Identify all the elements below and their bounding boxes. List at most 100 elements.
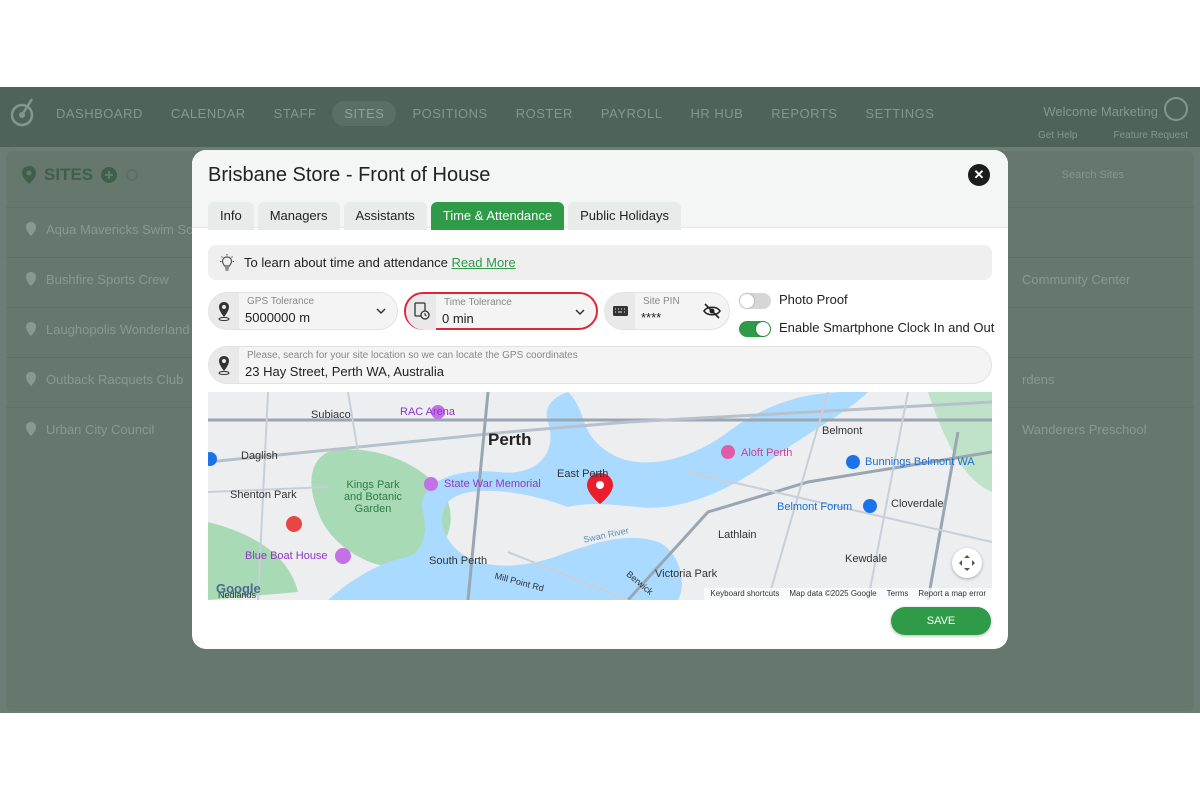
smartphone-clock-label: Enable Smartphone Clock In and Out <box>779 320 995 335</box>
fullscreen-button[interactable] <box>952 548 982 578</box>
nav-item-reports[interactable]: REPORTS <box>759 101 849 126</box>
photo-proof-toggle[interactable] <box>739 293 771 309</box>
nav-item-roster[interactable]: ROSTER <box>504 101 585 126</box>
nav-item-calendar[interactable]: CALENDAR <box>159 101 258 126</box>
map-label-kewdale: Kewdale <box>845 553 888 565</box>
location-pin-icon <box>26 372 36 386</box>
report-map-error-link[interactable]: Report a map error <box>918 589 986 599</box>
gps-tolerance-value: 5000000 m <box>245 310 311 325</box>
site-name-left: Bushfire Sports Crew <box>26 272 169 287</box>
save-button[interactable]: SAVE <box>891 607 991 635</box>
site-name-left: Outback Racquets Club <box>26 372 183 387</box>
close-icon: ✕ <box>973 167 985 182</box>
site-name-left: Aqua Mavericks Swim Sch <box>26 222 200 237</box>
sites-heading: SITES <box>22 165 139 185</box>
map-data-text: Map data ©2025 Google <box>789 589 877 598</box>
nav-item-hr-hub[interactable]: HR HUB <box>678 101 755 126</box>
site-name-left: Laughopolis Wonderland <box>26 322 190 337</box>
google-logo: Google <box>216 581 261 596</box>
map-canvas <box>208 392 992 600</box>
terms-link[interactable]: Terms <box>887 589 909 599</box>
gps-icon-area <box>209 293 239 329</box>
help-links: Get Help Feature Request <box>1038 130 1188 141</box>
location-search-input[interactable]: Please, search for your site location so… <box>208 346 992 384</box>
fullscreen-icon <box>959 555 975 571</box>
site-name-left: Urban City Council <box>26 422 154 437</box>
keyboard-shortcuts-link[interactable]: Keyboard shortcuts <box>710 589 779 599</box>
nav-item-positions[interactable]: POSITIONS <box>400 101 499 126</box>
info-text: To learn about time and attendance Read … <box>244 255 516 270</box>
map-footer: Keyboard shortcuts Map data ©2025 Google… <box>704 588 992 600</box>
gps-tolerance-label: GPS Tolerance <box>247 296 315 307</box>
site-name-right: rdens <box>1022 372 1055 387</box>
toggle-knob <box>740 294 754 308</box>
time-tolerance-label: Time Tolerance <box>444 297 512 308</box>
nav-item-payroll[interactable]: PAYROLL <box>589 101 675 126</box>
info-message: To learn about time and attendance <box>244 255 448 270</box>
site-name: Laughopolis Wonderland <box>46 322 190 337</box>
app-logo-icon[interactable] <box>10 97 36 129</box>
location-value: 23 Hay Street, Perth WA, Australia <box>245 364 444 379</box>
tab-public-holidays[interactable]: Public Holidays <box>568 202 681 230</box>
feature-request-link[interactable]: Feature Request <box>1114 130 1189 141</box>
time-tolerance-select[interactable]: Time Tolerance 0 min <box>404 292 598 330</box>
site-pin-label: Site PIN <box>643 296 680 307</box>
info-banner: To learn about time and attendance Read … <box>208 245 992 280</box>
map-label-bunnings: Bunnings Belmont WA <box>865 456 975 468</box>
tab-info[interactable]: Info <box>208 202 254 230</box>
site-name: Bushfire Sports Crew <box>46 272 169 287</box>
eye-off-icon[interactable] <box>703 303 721 319</box>
nav-item-staff[interactable]: STAFF <box>262 101 329 126</box>
site-pin-value: **** <box>641 310 662 325</box>
map-label-south-perth: South Perth <box>429 555 488 567</box>
map-label-state-war-memorial: State War Memorial <box>444 478 541 490</box>
get-help-link[interactable]: Get Help <box>1038 130 1077 141</box>
nav-menu: DASHBOARD CALENDAR STAFF SITES POSITIONS ROST… <box>44 101 946 126</box>
read-more-link[interactable]: Read More <box>451 255 515 270</box>
location-pin-icon <box>26 272 36 286</box>
location-pin-icon <box>26 222 36 236</box>
gps-tolerance-select[interactable]: GPS Tolerance 5000000 m <box>208 292 398 330</box>
site-pin-field[interactable]: Site PIN **** <box>604 292 730 330</box>
nav-item-settings[interactable]: SETTINGS <box>853 101 946 126</box>
clock-document-icon <box>414 302 430 320</box>
map-view[interactable]: Perth Subiaco RAC Arena Daglish Shenton … <box>208 392 992 600</box>
nav-item-sites[interactable]: SITES <box>332 101 397 126</box>
modal-title: Brisbane Store - Front of House <box>208 164 491 186</box>
photo-proof-label: Photo Proof <box>779 292 848 307</box>
sites-title: SITES <box>44 165 94 184</box>
map-label-aloft-perth: Aloft Perth <box>741 447 793 459</box>
nav-item-dashboard[interactable]: DASHBOARD <box>44 101 155 126</box>
close-button[interactable]: ✕ <box>968 164 990 186</box>
refresh-icon[interactable] <box>125 168 139 182</box>
map-label-belmont: Belmont <box>822 425 863 437</box>
site-name-right: Wanderers Preschool <box>1022 422 1147 437</box>
toggle-knob <box>756 322 770 336</box>
tab-time-attendance[interactable]: Time & Attendance <box>430 202 565 230</box>
modal-header: Brisbane Store - Front of House ✕ Info Ma… <box>192 150 1008 230</box>
location-pin-icon <box>26 322 36 336</box>
map-label-belmont-forum: Belmont Forum <box>777 501 853 513</box>
map-label-cloverdale: Cloverdale <box>891 498 944 510</box>
site-name-right: Community Center <box>1022 272 1131 287</box>
time-tolerance-value: 0 min <box>442 311 474 326</box>
lightbulb-icon <box>220 254 234 271</box>
site-name: Outback Racquets Club <box>46 372 184 387</box>
time-icon-area <box>406 294 436 330</box>
map-label-rac-arena: RAC Arena <box>400 406 456 418</box>
chevron-down-icon <box>575 309 585 316</box>
add-site-icon[interactable] <box>101 167 118 183</box>
user-avatar[interactable] <box>1164 97 1188 121</box>
sites-search-input[interactable]: Search Sites <box>1062 169 1124 181</box>
location-pin-icon <box>26 422 36 436</box>
tab-assistants[interactable]: Assistants <box>343 202 427 230</box>
smartphone-clock-toggle[interactable] <box>739 321 771 337</box>
site-name: Urban City Council <box>46 422 155 437</box>
map-label-perth: Perth <box>488 430 532 449</box>
keyboard-icon <box>613 306 628 316</box>
map-label-east-perth: East Perth <box>557 468 609 480</box>
map-label-blue-boat-house: Blue Boat House <box>245 550 328 562</box>
location-icon-area <box>209 347 239 383</box>
top-navigation: DASHBOARD CALENDAR STAFF SITES POSITIONS ROST… <box>0 87 1200 147</box>
tab-managers[interactable]: Managers <box>257 202 340 230</box>
